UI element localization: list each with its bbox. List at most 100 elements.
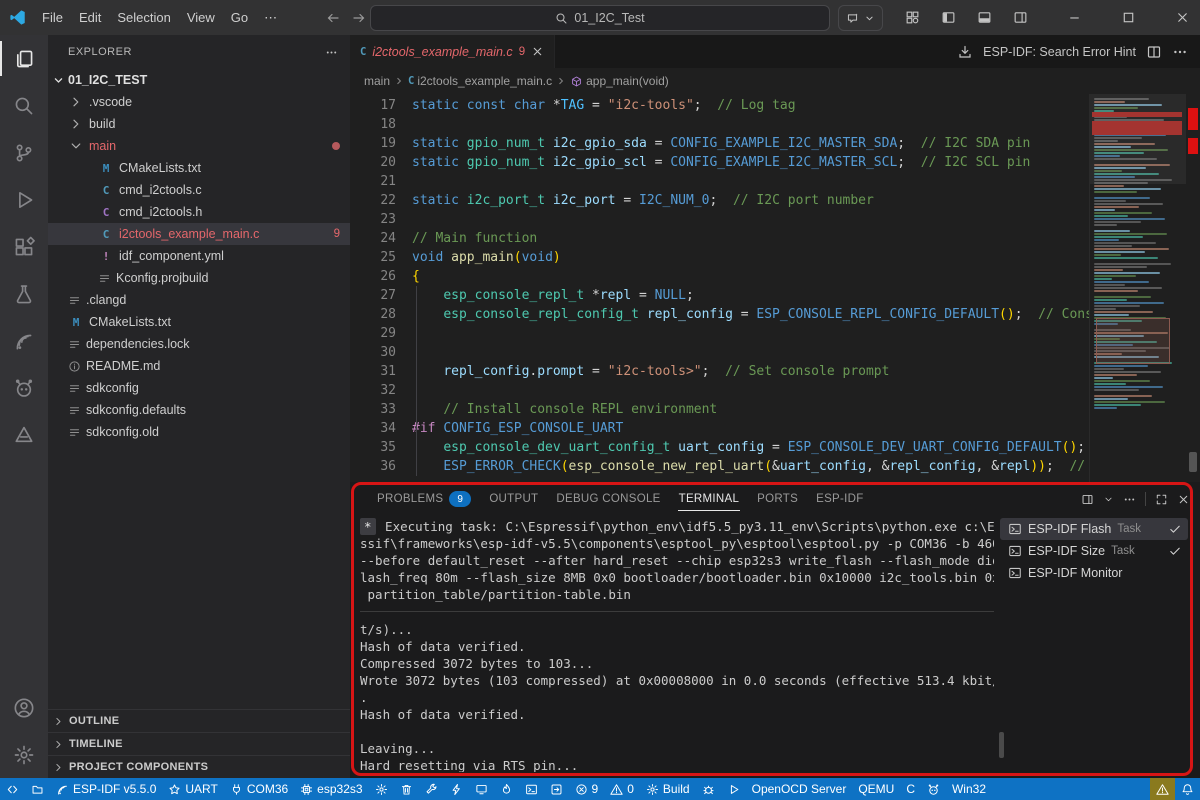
tree-item-Kconfig.projbuild[interactable]: Kconfig.projbuild [48, 267, 350, 289]
menu-view[interactable]: View [179, 10, 223, 25]
activity-item-ai-assistant[interactable] [0, 364, 48, 411]
explorer-more-actions-icon[interactable] [325, 46, 338, 59]
status-notifications[interactable] [1175, 778, 1200, 800]
tree-item-dependencies.lock[interactable]: dependencies.lock [48, 333, 350, 355]
nav-forward-icon[interactable] [351, 10, 367, 26]
tree-item-idf_component.yml[interactable]: !idf_component.yml [48, 245, 350, 267]
section-outline[interactable]: OUTLINE [48, 709, 350, 732]
window-minimize-icon[interactable] [1056, 0, 1092, 35]
panel-tab-ports[interactable]: PORTS [748, 482, 807, 516]
customize-layout-icon[interactable] [894, 0, 930, 35]
minimap[interactable] [1089, 94, 1186, 482]
tree-item-.vscode[interactable]: .vscode [48, 91, 350, 113]
more-actions-icon[interactable] [1123, 493, 1136, 506]
panel-tab-debug-console[interactable]: DEBUG CONSOLE [547, 482, 669, 516]
status-idf-warning[interactable] [1150, 778, 1175, 800]
install-icon[interactable] [957, 44, 973, 60]
activity-item-source-control[interactable] [0, 129, 48, 176]
status-platform[interactable]: Win32 [946, 778, 992, 800]
window-maximize-icon[interactable] [1110, 0, 1146, 35]
status-openocd-server[interactable]: OpenOCD Server [746, 778, 853, 800]
status-warnings[interactable]: 0 [604, 778, 640, 800]
terminal-instance-esp-idf-flash[interactable]: ESP-IDF Flash Task [1000, 518, 1188, 540]
terminal-scrollbar[interactable] [999, 732, 1004, 758]
panel-tab-esp-idf[interactable]: ESP-IDF [807, 482, 872, 516]
tree-item-sdkconfig.defaults[interactable]: sdkconfig.defaults [48, 399, 350, 421]
tree-item-CMakeLists.txt[interactable]: MCMakeLists.txt [48, 311, 350, 333]
status-terminal[interactable] [519, 778, 544, 800]
tree-item-sdkconfig[interactable]: sdkconfig [48, 377, 350, 399]
copilot-menu-button[interactable] [838, 5, 883, 31]
panel-tab-terminal[interactable]: TERMINAL [670, 482, 749, 516]
status-serial-port[interactable]: COM36 [224, 778, 294, 800]
status-commands[interactable] [544, 778, 569, 800]
terminal-output[interactable]: * Executing task: C:\Espressif\python_en… [360, 518, 994, 772]
code-editor[interactable]: 17static const char *TAG = "i2c-tools"; … [350, 94, 1200, 482]
status-flash-monitor[interactable] [494, 778, 519, 800]
menu-file[interactable]: File [34, 10, 71, 25]
overview-ruler[interactable] [1186, 94, 1200, 482]
section-timeline[interactable]: TIMELINE [48, 732, 350, 755]
editor-tab[interactable]: C i2ctools_example_main.c 9 [350, 35, 555, 68]
tree-item-i2ctools_example_main.c[interactable]: Ci2ctools_example_main.c9 [48, 223, 350, 245]
status-monitor[interactable] [469, 778, 494, 800]
tree-item-main[interactable]: main [48, 135, 350, 157]
window-close-icon[interactable] [1164, 0, 1200, 35]
workspace-root-folder[interactable]: 01_I2C_TEST [48, 69, 350, 91]
activity-item-run-and-debug[interactable] [0, 176, 48, 223]
tree-item-sdkconfig.old[interactable]: sdkconfig.old [48, 421, 350, 443]
more-actions-icon[interactable] [1172, 44, 1188, 60]
tree-item-CMakeLists.txt[interactable]: MCMakeLists.txt [48, 157, 350, 179]
tree-item-cmd_i2ctools.c[interactable]: Ccmd_i2ctools.c [48, 179, 350, 201]
status-open-folder[interactable] [25, 778, 50, 800]
terminal-split-icon[interactable] [1081, 493, 1094, 506]
breadcrumb[interactable]: main C i2ctools_example_main.c app_main(… [350, 68, 1200, 94]
status-errors[interactable]: 9 [569, 778, 605, 800]
esp-idf-search-error-hint[interactable]: ESP-IDF: Search Error Hint [983, 45, 1136, 59]
status-flash-method[interactable]: UART [162, 778, 223, 800]
status-language-mode[interactable]: C [900, 778, 921, 800]
tab-close-icon[interactable] [531, 45, 544, 58]
nav-back-icon[interactable] [325, 10, 341, 26]
status-debug[interactable] [696, 778, 721, 800]
status-run[interactable] [721, 778, 746, 800]
status-sdk-config[interactable] [369, 778, 394, 800]
menu-⋯[interactable]: ⋯ [256, 10, 285, 25]
status-remote[interactable] [0, 778, 25, 800]
tree-item-build[interactable]: build [48, 113, 350, 135]
status-build-tool[interactable] [419, 778, 444, 800]
status-full-clean[interactable] [394, 778, 419, 800]
panel-tab-output[interactable]: OUTPUT [480, 482, 547, 516]
activity-item-explorer[interactable] [0, 35, 48, 82]
command-center-search[interactable]: 01_I2C_Test [370, 5, 830, 31]
toggle-primary-sidebar-icon[interactable] [930, 0, 966, 35]
toggle-secondary-sidebar-icon[interactable] [1002, 0, 1038, 35]
status-qemu[interactable]: QEMU [852, 778, 900, 800]
activity-item-manage[interactable] [0, 731, 48, 778]
section-project-components[interactable]: PROJECT COMPONENTS [48, 755, 350, 778]
split-editor-icon[interactable] [1146, 44, 1162, 60]
activity-item-esp-idf-explorer[interactable] [0, 317, 48, 364]
terminal-instance-esp-idf-size[interactable]: ESP-IDF Size Task [1000, 540, 1188, 562]
panel-tab-problems[interactable]: PROBLEMS9 [368, 482, 480, 516]
chevron-down-icon[interactable] [1103, 494, 1114, 505]
tree-item-README.md[interactable]: README.md [48, 355, 350, 377]
toggle-panel-icon[interactable] [966, 0, 1002, 35]
menu-selection[interactable]: Selection [109, 10, 178, 25]
status-build-task[interactable]: Build [640, 778, 696, 800]
tree-item-.clangd[interactable]: .clangd [48, 289, 350, 311]
status-esp-idf-version[interactable]: ESP-IDF v5.5.0 [50, 778, 162, 800]
status-flash[interactable] [444, 778, 469, 800]
activity-item-search[interactable] [0, 82, 48, 129]
activity-item-extensions[interactable] [0, 223, 48, 270]
activity-item-accounts[interactable] [0, 684, 48, 731]
menu-go[interactable]: Go [223, 10, 256, 25]
activity-item-tools[interactable] [0, 411, 48, 458]
maximize-panel-icon[interactable] [1155, 493, 1168, 506]
menu-edit[interactable]: Edit [71, 10, 109, 25]
status-device-target[interactable]: esp32s3 [294, 778, 368, 800]
activity-item-testing[interactable] [0, 270, 48, 317]
close-panel-icon[interactable] [1177, 493, 1190, 506]
terminal-instance-esp-idf-monitor[interactable]: ESP-IDF Monitor [1000, 562, 1188, 584]
status-ai-status[interactable] [921, 778, 946, 800]
